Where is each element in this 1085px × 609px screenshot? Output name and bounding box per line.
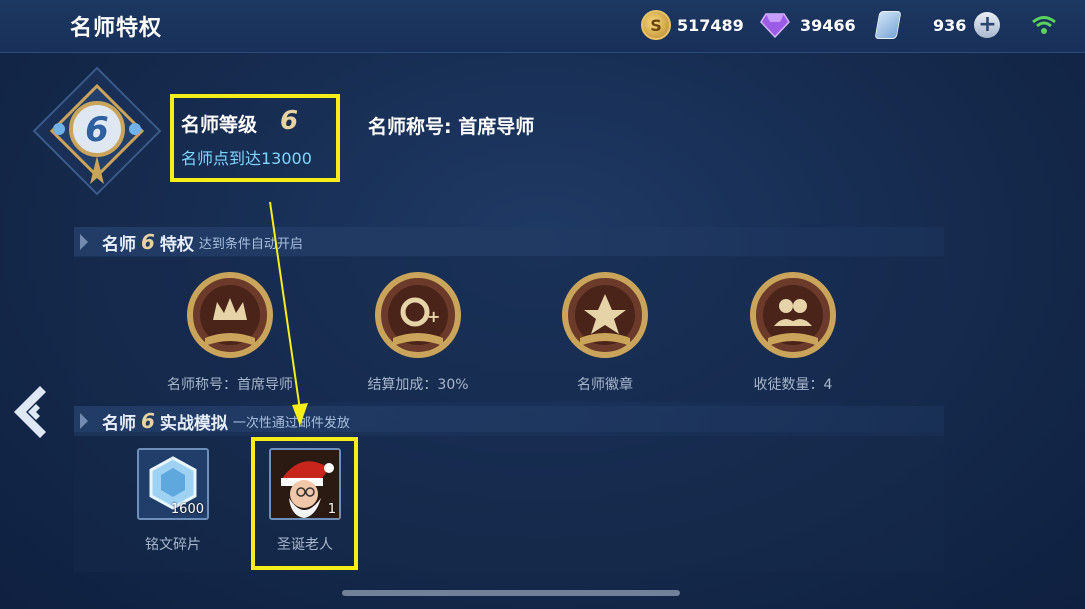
wifi-icon bbox=[1032, 16, 1056, 34]
level-requirement: 名师点到达13000 bbox=[181, 149, 312, 168]
level-emblem-icon: 6 bbox=[32, 66, 162, 196]
privilege-bonus[interactable]: + 结算加成：30% bbox=[338, 270, 498, 394]
ticket-currency[interactable]: 936 + bbox=[874, 10, 1001, 40]
section-subtitle: 一次性通过邮件发放 bbox=[232, 415, 350, 431]
svg-text:+: + bbox=[427, 307, 440, 326]
privilege-label: 名师称号：首席导师 bbox=[167, 377, 293, 393]
back-button[interactable] bbox=[10, 382, 52, 442]
reward-count: 1600 bbox=[170, 502, 204, 517]
privilege-label: 名师徽章 bbox=[577, 377, 633, 393]
badge-book-icon bbox=[562, 272, 648, 358]
privilege-label: 收徒数量：4 bbox=[753, 377, 833, 393]
privileges-section-header: 名师 6 特权 达到条件自动开启 bbox=[74, 227, 944, 257]
diamond-amount: 39466 bbox=[800, 15, 856, 35]
gold-coin-icon: S bbox=[641, 10, 671, 40]
bonus-book-icon: + bbox=[375, 272, 461, 358]
level-number: 6 bbox=[280, 106, 299, 136]
section-title-a: 名师 bbox=[102, 234, 136, 255]
privilege-badge[interactable]: 名师徽章 bbox=[525, 270, 685, 394]
reward-inscription-fragments[interactable]: 1600 铭文碎片 bbox=[128, 448, 218, 554]
top-bar: 名师特权 S 517489 39466 936 + bbox=[0, 0, 1085, 53]
reward-label: 铭文碎片 bbox=[145, 537, 201, 553]
reward-frame: 1600 bbox=[137, 448, 209, 520]
page-title: 名师特权 bbox=[70, 16, 163, 41]
ticket-amount: 936 bbox=[933, 15, 967, 35]
privilege-apprentices[interactable]: 收徒数量：4 bbox=[713, 270, 873, 394]
level-label: 名师等级 bbox=[181, 114, 258, 136]
people-book-icon bbox=[750, 272, 836, 358]
section-level-number: 6 bbox=[141, 409, 155, 433]
section-arrow-icon bbox=[80, 413, 88, 429]
teacher-title: 名师称号: 首席导师 bbox=[368, 116, 535, 138]
section-level-number: 6 bbox=[141, 230, 155, 254]
section-subtitle: 达到条件自动开启 bbox=[198, 236, 303, 252]
privilege-title[interactable]: 名师称号：首席导师 bbox=[150, 270, 310, 394]
section-arrow-icon bbox=[80, 234, 88, 250]
section-title-b: 实战模拟 bbox=[159, 413, 228, 434]
gold-amount: 517489 bbox=[677, 15, 744, 35]
svg-text:6: 6 bbox=[85, 110, 109, 150]
section-title-a: 名师 bbox=[102, 413, 136, 434]
diamond-currency[interactable]: 39466 bbox=[760, 10, 856, 40]
add-ticket-button[interactable]: + bbox=[974, 12, 1001, 38]
diamond-icon bbox=[760, 13, 790, 38]
crown-book-icon bbox=[187, 272, 273, 358]
privilege-label: 结算加成：30% bbox=[367, 377, 469, 393]
section-title-b: 特权 bbox=[159, 234, 194, 255]
home-indicator[interactable] bbox=[342, 590, 680, 596]
ticket-icon bbox=[874, 11, 902, 39]
reward-highlight-box bbox=[251, 437, 358, 570]
gold-currency[interactable]: S 517489 bbox=[641, 10, 744, 40]
